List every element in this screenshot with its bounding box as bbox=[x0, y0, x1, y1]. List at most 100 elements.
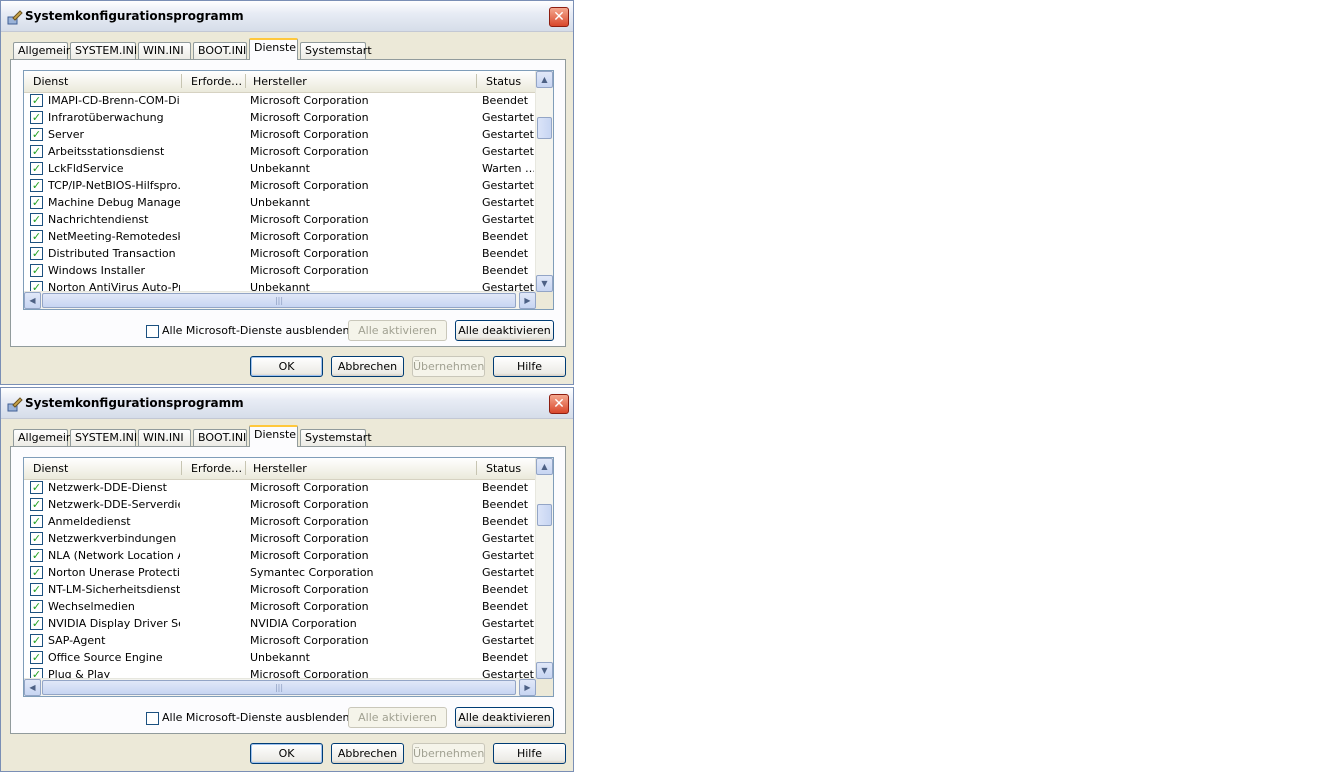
column-divider[interactable] bbox=[476, 461, 477, 475]
column-divider[interactable] bbox=[245, 461, 246, 475]
cancel-button[interactable]: Abbrechen bbox=[331, 743, 404, 764]
service-checkbox[interactable]: ✓ bbox=[30, 247, 43, 260]
hide-ms-services-checkbox[interactable]: Alle Microsoft-Dienste ausblenden bbox=[146, 324, 349, 338]
column-divider[interactable] bbox=[181, 461, 182, 475]
scroll-right-button[interactable]: ▶ bbox=[519, 679, 536, 696]
ok-button[interactable]: OK bbox=[250, 743, 323, 764]
service-checkbox[interactable]: ✓ bbox=[30, 532, 43, 545]
apply-button[interactable]: Übernehmen bbox=[412, 356, 485, 377]
column-divider[interactable] bbox=[245, 74, 246, 88]
horizontal-scroll-thumb[interactable]: ||| bbox=[42, 680, 516, 695]
tab-win-ini[interactable]: WIN.INI bbox=[138, 42, 191, 59]
service-checkbox[interactable]: ✓ bbox=[30, 264, 43, 277]
column-header-erforderlich[interactable]: Erforde… bbox=[191, 75, 242, 88]
cancel-button[interactable]: Abbrechen bbox=[331, 356, 404, 377]
table-row[interactable]: ✓ NetMeeting-Remotedesk… Microsoft Corpora… bbox=[24, 228, 536, 245]
service-checkbox[interactable]: ✓ bbox=[30, 583, 43, 596]
table-row[interactable]: ✓ NLA (Network Location A… Microsoft Corpo… bbox=[24, 547, 536, 564]
table-row[interactable]: ✓ Anmeldedienst Microsoft Corporation Beend… bbox=[24, 513, 536, 530]
table-row[interactable]: ✓ Infrarotüberwachung Microsoft Corporatio… bbox=[24, 109, 536, 126]
scroll-down-button[interactable]: ▼ bbox=[536, 275, 553, 292]
table-row[interactable]: ✓ Office Source Engine Unbekannt Beendet bbox=[24, 649, 536, 666]
service-checkbox[interactable]: ✓ bbox=[30, 498, 43, 511]
service-checkbox[interactable]: ✓ bbox=[30, 230, 43, 243]
service-checkbox[interactable]: ✓ bbox=[30, 94, 43, 107]
service-checkbox[interactable]: ✓ bbox=[30, 481, 43, 494]
scroll-left-button[interactable]: ◀ bbox=[24, 679, 41, 696]
table-row[interactable]: ✓ Netzwerk-DDE-Serverdie… Microsoft Corpor… bbox=[24, 496, 536, 513]
table-row[interactable]: ✓ Windows Installer Microsoft Corporation B… bbox=[24, 262, 536, 279]
table-row[interactable]: ✓ SAP-Agent Microsoft Corporation Gestartet bbox=[24, 632, 536, 649]
service-checkbox[interactable]: ✓ bbox=[30, 128, 43, 141]
service-checkbox[interactable]: ✓ bbox=[30, 566, 43, 579]
checkbox-box[interactable] bbox=[146, 324, 159, 338]
column-header-dienst[interactable]: Dienst bbox=[33, 462, 68, 475]
disable-all-button[interactable]: Alle deaktivieren bbox=[455, 320, 554, 341]
table-row[interactable]: ✓ Wechselmedien Microsoft Corporation Beend… bbox=[24, 598, 536, 615]
column-header-dienst[interactable]: Dienst bbox=[33, 75, 68, 88]
enable-all-button[interactable]: Alle aktivieren bbox=[348, 707, 447, 728]
tab-systemstart[interactable]: Systemstart bbox=[300, 429, 372, 446]
vertical-scrollbar[interactable]: ▲ ▼ bbox=[535, 458, 553, 679]
table-row[interactable]: ✓ Norton Unerase Protection Symantec Corpo… bbox=[24, 564, 536, 581]
service-checkbox[interactable]: ✓ bbox=[30, 179, 43, 192]
ok-button[interactable]: OK bbox=[250, 356, 323, 377]
scroll-up-button[interactable]: ▲ bbox=[536, 458, 553, 475]
table-row[interactable]: ✓ Nachrichtendienst Microsoft Corporation G… bbox=[24, 211, 536, 228]
apply-button[interactable]: Übernehmen bbox=[412, 743, 485, 764]
table-row[interactable]: ✓ LckFldService Unbekannt Warten … bbox=[24, 160, 536, 177]
table-row[interactable]: ✓ TCP/IP-NetBIOS-Hilfspro… Microsoft Corpo… bbox=[24, 177, 536, 194]
column-header-status[interactable]: Status bbox=[486, 462, 521, 475]
scroll-up-button[interactable]: ▲ bbox=[536, 71, 553, 88]
tab-win-ini[interactable]: WIN.INI bbox=[138, 429, 191, 446]
table-row[interactable]: ✓ Arbeitsstationsdienst Microsoft Corporat… bbox=[24, 143, 536, 160]
hide-ms-services-checkbox[interactable]: Alle Microsoft-Dienste ausblenden bbox=[146, 711, 349, 725]
service-checkbox[interactable]: ✓ bbox=[30, 213, 43, 226]
service-checkbox[interactable]: ✓ bbox=[30, 145, 43, 158]
horizontal-scroll-thumb[interactable]: ||| bbox=[42, 293, 516, 308]
close-button[interactable]: ✕ bbox=[549, 394, 569, 414]
scroll-left-button[interactable]: ◀ bbox=[24, 292, 41, 309]
column-header-hersteller[interactable]: Hersteller bbox=[253, 462, 307, 475]
table-row[interactable]: ✓ Distributed Transaction … Microsoft Corp… bbox=[24, 245, 536, 262]
tab-system-ini[interactable]: SYSTEM.INI bbox=[70, 429, 137, 446]
tab-system-ini[interactable]: SYSTEM.INI bbox=[70, 42, 137, 59]
service-checkbox[interactable]: ✓ bbox=[30, 515, 43, 528]
table-row[interactable]: ✓ Machine Debug Manager Unbekannt Gestartet bbox=[24, 194, 536, 211]
column-header-hersteller[interactable]: Hersteller bbox=[253, 75, 307, 88]
column-divider[interactable] bbox=[181, 74, 182, 88]
table-row[interactable]: ✓ NVIDIA Display Driver Se… NVIDIA Corpora… bbox=[24, 615, 536, 632]
vertical-scroll-thumb[interactable] bbox=[537, 504, 552, 526]
enable-all-button[interactable]: Alle aktivieren bbox=[348, 320, 447, 341]
tab-allgemein[interactable]: Allgemein bbox=[13, 42, 73, 59]
table-row[interactable]: ✓ IMAPI-CD-Brenn-COM-Di… Microsoft Corpora… bbox=[24, 92, 536, 109]
table-row[interactable]: ✓ NT-LM-Sicherheitsdienst Microsoft Corpor… bbox=[24, 581, 536, 598]
tab-boot-ini[interactable]: BOOT.INI bbox=[193, 42, 247, 59]
tab-allgemein[interactable]: Allgemein bbox=[13, 429, 73, 446]
service-checkbox[interactable]: ✓ bbox=[30, 196, 43, 209]
service-checkbox[interactable]: ✓ bbox=[30, 111, 43, 124]
tab-systemstart[interactable]: Systemstart bbox=[300, 42, 372, 59]
checkbox-box[interactable] bbox=[146, 711, 159, 725]
service-checkbox[interactable]: ✓ bbox=[30, 600, 43, 613]
services-list[interactable]: Dienst Erforde… Hersteller Status ✓ IMAPI… bbox=[23, 70, 554, 310]
tab-boot-ini[interactable]: BOOT.INI bbox=[193, 429, 247, 446]
column-header-erforderlich[interactable]: Erforde… bbox=[191, 462, 242, 475]
column-header-status[interactable]: Status bbox=[486, 75, 521, 88]
service-checkbox[interactable]: ✓ bbox=[30, 634, 43, 647]
column-divider[interactable] bbox=[476, 74, 477, 88]
table-row[interactable]: ✓ Server Microsoft Corporation Gestartet bbox=[24, 126, 536, 143]
horizontal-scrollbar[interactable]: ◀ ||| ▶ bbox=[24, 678, 536, 696]
table-row[interactable]: ✓ Netzwerk-DDE-Dienst Microsoft Corporatio… bbox=[24, 479, 536, 496]
service-checkbox[interactable]: ✓ bbox=[30, 549, 43, 562]
scroll-right-button[interactable]: ▶ bbox=[519, 292, 536, 309]
service-checkbox[interactable]: ✓ bbox=[30, 162, 43, 175]
tab-dienste[interactable]: Dienste bbox=[249, 425, 298, 447]
vertical-scrollbar[interactable]: ▲ ▼ bbox=[535, 71, 553, 292]
title-bar[interactable]: Systemkonfigurationsprogramm ✕ bbox=[1, 388, 573, 419]
service-checkbox[interactable]: ✓ bbox=[30, 617, 43, 630]
disable-all-button[interactable]: Alle deaktivieren bbox=[455, 707, 554, 728]
service-checkbox[interactable]: ✓ bbox=[30, 651, 43, 664]
title-bar[interactable]: Systemkonfigurationsprogramm ✕ bbox=[1, 1, 573, 32]
tab-dienste[interactable]: Dienste bbox=[249, 38, 298, 60]
